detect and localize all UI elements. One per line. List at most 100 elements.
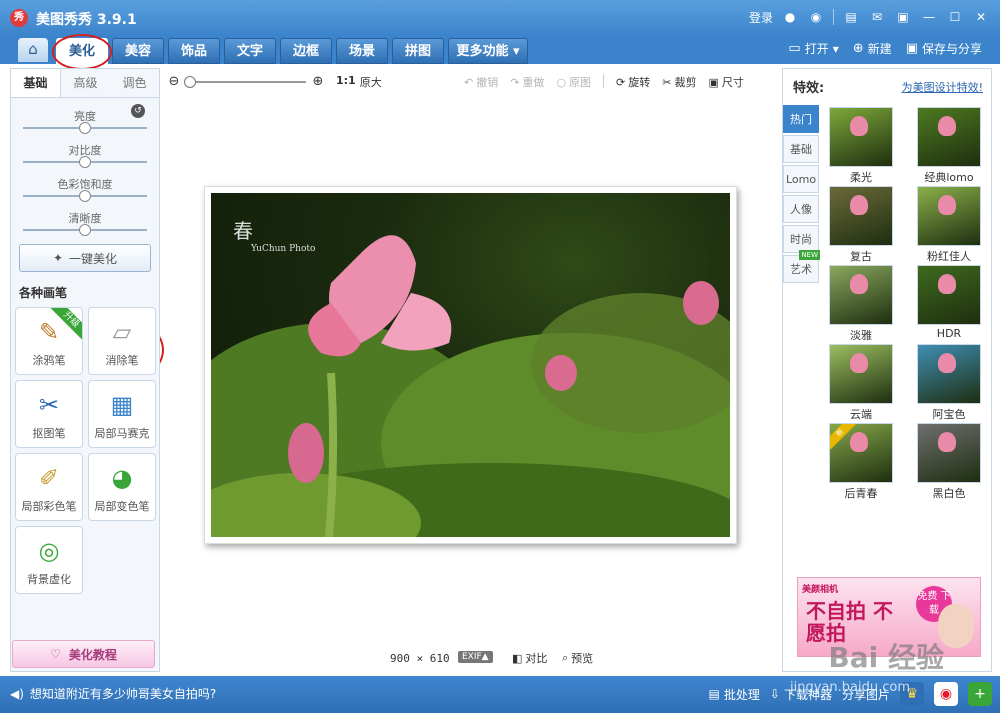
tab-frame[interactable]: 边框: [280, 38, 332, 64]
effect-soft-light[interactable]: 柔光: [823, 107, 899, 184]
redo-button[interactable]: ↷ 重做: [510, 74, 544, 90]
one-key-label: 一键美化: [69, 251, 118, 266]
slider-track[interactable]: [19, 156, 151, 168]
weibo-icon[interactable]: ◉: [934, 682, 958, 706]
download-icon: ⇩: [769, 687, 780, 701]
batch-button[interactable]: ▤ 批处理: [709, 686, 760, 703]
document-icon[interactable]: ▤: [842, 8, 860, 26]
sub-tab-color[interactable]: 调色: [110, 69, 159, 97]
restore-button[interactable]: ○ 原图: [556, 74, 591, 90]
zoom-out-icon[interactable]: ⊖: [166, 74, 182, 90]
weibo-icon[interactable]: ◉: [807, 8, 825, 26]
zoom-slider-knob[interactable]: [184, 76, 196, 88]
effect-cloud[interactable]: 云端: [823, 344, 899, 421]
rotate-button[interactable]: ⟳ 旋转: [616, 74, 650, 90]
brush-eraser[interactable]: ▱ 消除笔: [88, 307, 156, 375]
tab-more[interactable]: 更多功能 ▾: [448, 38, 528, 64]
brush-local-color[interactable]: ✐ 局部彩色笔: [15, 453, 83, 521]
effect-post-youth[interactable]: 新后青春: [823, 423, 899, 500]
tab-text[interactable]: 文字: [224, 38, 276, 64]
crop-button[interactable]: ✂ 裁剪: [662, 74, 696, 90]
slider-knob[interactable]: [79, 156, 91, 168]
brush-label: 抠图笔: [32, 427, 66, 440]
brush-doodle[interactable]: 升级 ✎ 涂鸦笔: [15, 307, 83, 375]
skin-icon[interactable]: ▣: [894, 8, 912, 26]
resize-button[interactable]: ▣ 尺寸: [708, 74, 743, 90]
brush-label: 消除笔: [105, 354, 139, 367]
slider-label: 清晰度: [68, 212, 102, 225]
tab-beautify[interactable]: 美化: [56, 38, 108, 64]
brush-local-recolor[interactable]: ◕ 局部变色笔: [88, 453, 156, 521]
exif-button[interactable]: EXIF▲: [458, 651, 493, 663]
tab-accessories[interactable]: 饰品: [168, 38, 220, 64]
category-fashion[interactable]: 时尚: [783, 225, 819, 253]
category-lomo[interactable]: Lomo: [783, 165, 819, 193]
brush-grid: 升级 ✎ 涂鸦笔 ▱ 消除笔 ✂ 抠图笔 ▦ 局部马赛克 ✐ 局部彩色笔 ◕ 局…: [11, 301, 159, 594]
slider-knob[interactable]: [79, 224, 91, 236]
effect-black-white[interactable]: 黑白色: [911, 423, 987, 500]
photo-shape: [288, 423, 324, 483]
photo-canvas[interactable]: 春 YuChun Photo: [211, 193, 730, 537]
slider-knob[interactable]: [79, 190, 91, 202]
minimize-icon[interactable]: —: [920, 8, 938, 26]
effect-pink-lady[interactable]: 粉红佳人: [911, 186, 987, 263]
maximize-icon[interactable]: ☐: [946, 8, 964, 26]
zoom-slider-track[interactable]: [186, 81, 306, 83]
rotate-icon: ⟳: [616, 75, 626, 89]
effect-elegant[interactable]: 淡雅: [823, 265, 899, 342]
zoom-in-icon[interactable]: ⊕: [310, 74, 326, 90]
add-icon[interactable]: +: [968, 682, 992, 706]
effect-label: 后青春: [844, 487, 878, 500]
effect-grid: 柔光 经典lomo 复古 粉红佳人 淡雅 HDR 云端 阿宝色 新后青春 黑白色: [823, 107, 987, 500]
new-button[interactable]: ⊕ 新建: [853, 40, 892, 57]
effect-thumbnail: [829, 107, 893, 167]
close-icon[interactable]: ✕: [972, 8, 990, 26]
slider-track[interactable]: [19, 224, 151, 236]
original-size-button[interactable]: 1:1 原大: [336, 74, 382, 90]
open-button[interactable]: ▭ 打开 ▾: [788, 40, 838, 57]
tab-collage[interactable]: 拼图: [392, 38, 444, 64]
qq-icon[interactable]: ●: [781, 8, 799, 26]
home-icon[interactable]: ⌂: [18, 38, 48, 62]
category-hot[interactable]: 热门: [783, 105, 819, 133]
slider-track[interactable]: [19, 190, 151, 202]
size-separator: ×: [416, 652, 424, 665]
sub-tab-basic[interactable]: 基础: [11, 69, 61, 97]
slider-knob[interactable]: [79, 122, 91, 134]
image-size: 900 × 610: [390, 652, 450, 665]
slider-track[interactable]: [19, 122, 151, 134]
design-effect-link[interactable]: 为美图设计特效!: [902, 79, 983, 95]
tab-beauty[interactable]: 美容: [112, 38, 164, 64]
status-message[interactable]: ◀) 想知道附近有多少帅哥美女自拍吗?: [10, 685, 216, 702]
category-art[interactable]: 艺术 NEW: [783, 250, 820, 283]
brush-cutout[interactable]: ✂ 抠图笔: [15, 380, 83, 448]
redo-icon: ↷: [510, 75, 520, 89]
brush-background-blur[interactable]: ◎ 背景虚化: [15, 526, 83, 594]
preview-button[interactable]: ⌕ 预览: [562, 650, 593, 666]
effect-abao-color[interactable]: 阿宝色: [911, 344, 987, 421]
category-portrait[interactable]: 人像: [783, 195, 819, 223]
app-title: 美图秀秀 3.9.1: [36, 12, 137, 28]
mail-icon[interactable]: ✉: [868, 8, 886, 26]
chevron-down-icon[interactable]: ▾: [833, 42, 839, 56]
ad-brand: 美颜相机: [802, 585, 839, 595]
effect-retro[interactable]: 复古: [823, 186, 899, 263]
save-share-button[interactable]: ▣ 保存与分享: [906, 40, 982, 57]
reset-icon[interactable]: ↺: [131, 104, 145, 118]
compare-button[interactable]: ◧ 对比: [512, 650, 547, 666]
site-watermark: jingyan.baidu.com: [790, 680, 910, 695]
brush-mosaic[interactable]: ▦ 局部马赛克: [88, 380, 156, 448]
beautify-tutorial-button[interactable]: ♡ 美化教程: [12, 640, 155, 668]
one-key-beautify-button[interactable]: ✦ 一键美化: [19, 244, 151, 272]
effect-thumbnail: [829, 265, 893, 325]
tab-scene[interactable]: 场景: [336, 38, 388, 64]
category-basic[interactable]: 基础: [783, 135, 819, 163]
brush-label: 局部变色笔: [94, 500, 150, 513]
login-link[interactable]: 登录: [749, 9, 773, 26]
effect-classic-lomo[interactable]: 经典lomo: [911, 107, 987, 184]
sub-tab-advanced[interactable]: 高级: [61, 69, 110, 97]
preview-icon: ⌕: [562, 651, 569, 664]
tab-list: 美化 美容 饰品 文字 边框 场景 拼图 更多功能 ▾: [56, 38, 528, 64]
undo-button[interactable]: ↶ 撤销: [464, 74, 498, 90]
effect-hdr[interactable]: HDR: [911, 265, 987, 341]
